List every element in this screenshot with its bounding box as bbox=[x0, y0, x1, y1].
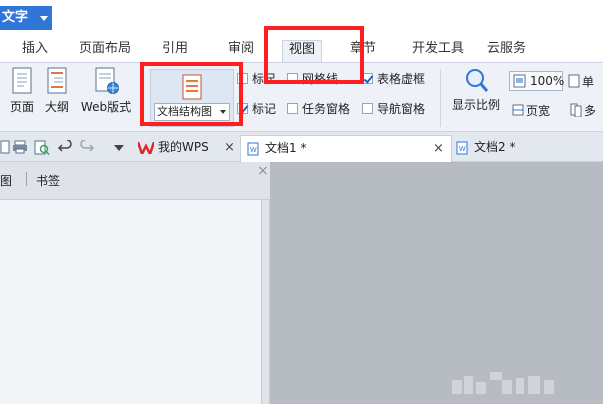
task-pane-checkbox[interactable]: 任务窗格 bbox=[287, 102, 350, 116]
save-icon[interactable] bbox=[0, 140, 10, 154]
nav-pane-checkbox[interactable]: 导航窗格 bbox=[362, 102, 425, 116]
web-layout-icon bbox=[95, 67, 119, 94]
highlight-document-map bbox=[140, 62, 243, 126]
document-icon: W bbox=[456, 141, 468, 155]
page-view-button[interactable]: 页面 bbox=[6, 67, 38, 115]
nav-pane-checkbox-box[interactable] bbox=[362, 103, 373, 114]
page-view-label: 页面 bbox=[9, 100, 34, 114]
marks-label: 标记 bbox=[252, 102, 277, 116]
single-page-button[interactable]: 单 bbox=[568, 74, 594, 89]
tab-insert[interactable]: 插入 bbox=[22, 40, 48, 62]
highlight-view-tab bbox=[264, 26, 364, 84]
close-icon[interactable]: × bbox=[224, 135, 235, 160]
nav-tab-document-map[interactable]: 图 bbox=[0, 172, 12, 189]
print-icon[interactable] bbox=[12, 140, 28, 154]
chevron-down-icon bbox=[40, 16, 48, 21]
document-tab-bar: 我的WPS × W 文档1 * × W 文档2 * bbox=[0, 132, 603, 162]
zoom-value: 100% bbox=[530, 74, 565, 88]
task-pane-checkbox-box[interactable] bbox=[287, 103, 298, 114]
quick-access-dropdown-icon[interactable] bbox=[114, 145, 124, 151]
redo-icon[interactable] bbox=[80, 140, 94, 154]
close-icon[interactable]: × bbox=[433, 136, 444, 161]
app-menu-label: 文字 bbox=[2, 10, 29, 25]
zoom-100-button[interactable]: 100% bbox=[509, 71, 565, 91]
task-pane-label: 任务窗格 bbox=[302, 102, 351, 116]
single-page-icon bbox=[568, 74, 580, 88]
svg-text:W: W bbox=[459, 146, 466, 153]
tab-document-2[interactable]: W 文档2 * bbox=[454, 135, 564, 162]
navigation-panel-content bbox=[0, 200, 262, 404]
nav-pane-label: 导航窗格 bbox=[377, 102, 426, 116]
wps-logo-icon bbox=[138, 142, 154, 154]
tab-review[interactable]: 审阅 bbox=[228, 40, 254, 62]
outline-view-label: 大纲 bbox=[44, 100, 69, 114]
multi-page-label: 多 bbox=[584, 104, 597, 118]
outline-view-button[interactable]: 大纲 bbox=[41, 67, 73, 115]
zoom-label: 显示比例 bbox=[451, 98, 500, 112]
nav-tab-bookmarks[interactable]: 书签 bbox=[36, 172, 60, 189]
tab-my-wps[interactable]: 我的WPS × bbox=[134, 135, 238, 162]
ribbon-divider bbox=[440, 69, 441, 127]
zoom-button[interactable]: 显示比例 bbox=[448, 67, 504, 113]
navigation-panel-tabs: 图 书签 × bbox=[0, 162, 270, 200]
tab-document-1[interactable]: W 文档1 * × bbox=[240, 135, 452, 162]
tab-page-layout[interactable]: 页面布局 bbox=[79, 40, 131, 62]
page-width-button[interactable]: 页宽 bbox=[512, 103, 550, 118]
outline-view-icon bbox=[47, 67, 67, 94]
watermark-logo bbox=[452, 372, 554, 394]
web-layout-button[interactable]: Web版式 bbox=[78, 67, 134, 115]
app-menu-button[interactable]: 文字 bbox=[0, 6, 52, 30]
page-width-icon bbox=[512, 104, 524, 116]
web-layout-label: Web版式 bbox=[80, 100, 132, 114]
tab-my-wps-label: 我的WPS bbox=[158, 140, 209, 154]
print-preview-icon[interactable] bbox=[34, 140, 50, 155]
document-icon: W bbox=[247, 142, 259, 156]
single-page-label: 单 bbox=[582, 75, 595, 89]
nav-tab-divider bbox=[26, 172, 27, 186]
tab-document-1-label: 文档1 * bbox=[265, 141, 307, 155]
magnifier-icon bbox=[466, 69, 489, 92]
navigation-panel: 图 书签 × bbox=[0, 162, 270, 404]
tab-developer[interactable]: 开发工具 bbox=[412, 40, 464, 62]
svg-text:W: W bbox=[250, 147, 257, 154]
close-icon[interactable]: × bbox=[257, 163, 269, 179]
undo-icon[interactable] bbox=[58, 140, 72, 154]
multi-page-button[interactable]: 多 bbox=[570, 103, 596, 118]
page-width-label: 页宽 bbox=[526, 104, 551, 118]
tab-references[interactable]: 引用 bbox=[162, 40, 188, 62]
table-gridlines-label: 表格虚框 bbox=[377, 72, 426, 86]
zoom-page-icon bbox=[513, 74, 526, 88]
page-view-icon bbox=[12, 67, 32, 94]
table-gridlines-checkbox[interactable]: 表格虚框 bbox=[362, 72, 425, 86]
tab-cloud-services[interactable]: 云服务 bbox=[487, 40, 526, 62]
multi-page-icon bbox=[570, 103, 582, 118]
tab-document-2-label: 文档2 * bbox=[474, 140, 516, 154]
